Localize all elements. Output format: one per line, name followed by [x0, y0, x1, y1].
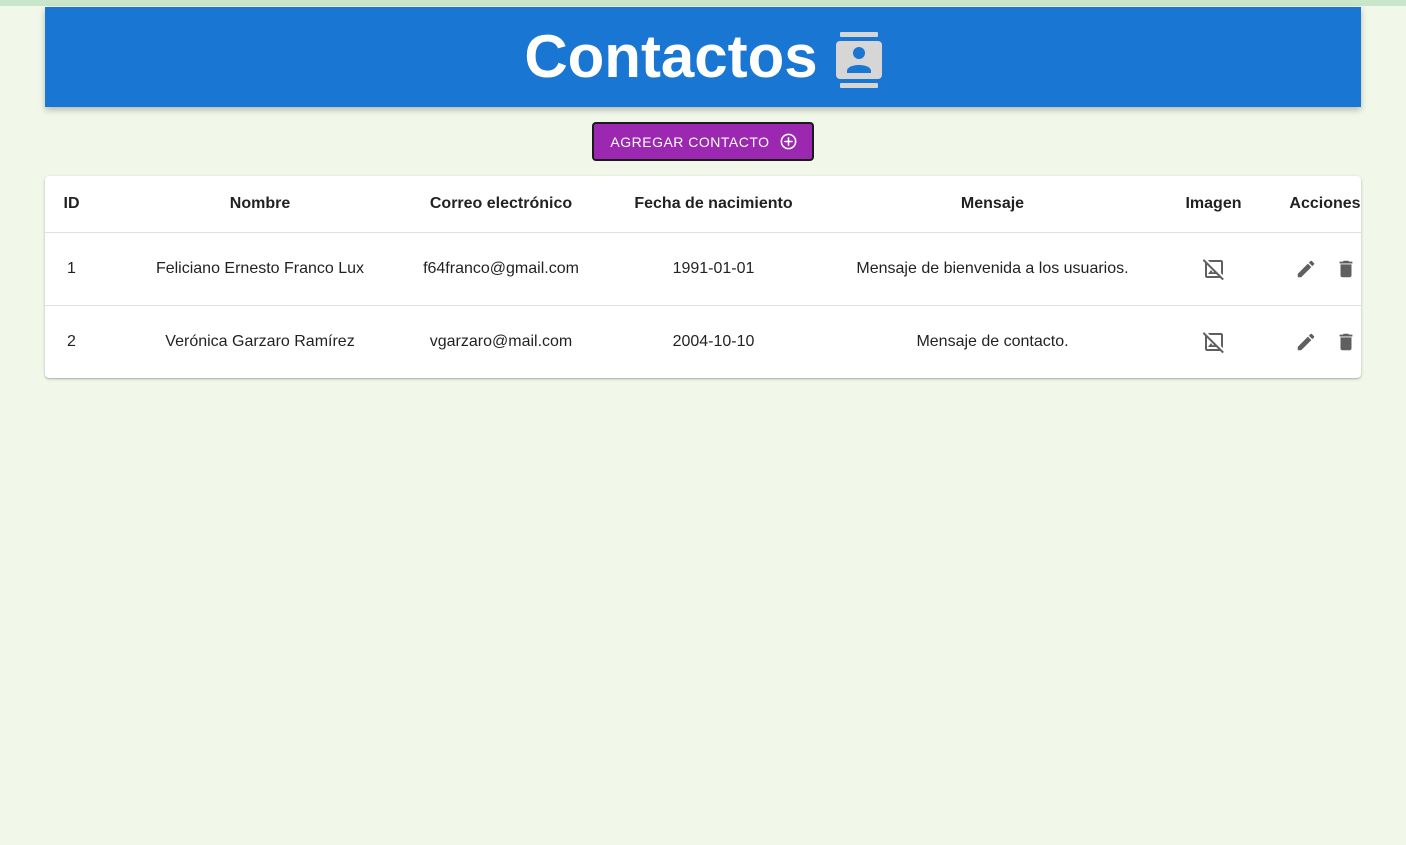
- cell-fecha: 1991-01-01: [580, 232, 847, 306]
- page-header: Contactos: [45, 7, 1361, 107]
- table-header-row: ID Nombre Correo electrónico Fecha de na…: [45, 176, 1361, 233]
- cell-mensaje: Mensaje de bienvenida a los usuarios.: [847, 232, 1138, 306]
- top-strip: [0, 0, 1406, 6]
- column-header-fecha: Fecha de nacimiento: [580, 176, 847, 233]
- add-contact-label: AGREGAR CONTACTO: [610, 133, 770, 150]
- cell-imagen: [1138, 232, 1289, 306]
- table-row: 2 Verónica Garzaro Ramírez vgarzaro@mail…: [45, 306, 1361, 379]
- cell-acciones: [1289, 306, 1361, 379]
- column-header-imagen: Imagen: [1138, 176, 1289, 233]
- cell-correo: vgarzaro@mail.com: [429, 333, 573, 350]
- column-header-acciones: Acciones: [1289, 176, 1361, 233]
- column-header-id: ID: [45, 176, 98, 233]
- cell-nombre: Verónica Garzaro Ramírez: [165, 333, 355, 350]
- cell-acciones: [1289, 232, 1361, 306]
- edit-icon[interactable]: [1289, 325, 1323, 359]
- table-row: 1 Feliciano Ernesto Franco Lux f64franco…: [45, 232, 1361, 306]
- column-header-nombre: Nombre: [98, 176, 422, 233]
- cell-id: 1: [45, 232, 98, 306]
- cell-mensaje: Mensaje de contacto.: [916, 333, 1069, 350]
- cell-fecha: 2004-10-10: [672, 333, 755, 350]
- add-contact-button[interactable]: AGREGAR CONTACTO: [592, 122, 814, 161]
- delete-icon[interactable]: [1329, 252, 1361, 286]
- image-not-supported-icon: [1202, 257, 1226, 281]
- cell-id: 2: [67, 333, 76, 350]
- cell-correo: f64franco@gmail.com: [422, 232, 580, 306]
- image-not-supported-icon: [1202, 330, 1226, 354]
- contacts-table: ID Nombre Correo electrónico Fecha de na…: [45, 176, 1361, 378]
- page-title: Contactos: [524, 23, 818, 90]
- cell-nombre: Feliciano Ernesto Franco Lux: [98, 232, 422, 306]
- contacts-table-card: ID Nombre Correo electrónico Fecha de na…: [45, 176, 1361, 378]
- cell-imagen: [1138, 306, 1289, 379]
- contact-card-icon: [835, 32, 882, 88]
- column-header-mensaje: Mensaje: [847, 176, 1138, 233]
- delete-icon[interactable]: [1329, 325, 1361, 359]
- add-circle-icon: [779, 132, 798, 151]
- edit-icon[interactable]: [1289, 252, 1323, 286]
- toolbar: AGREGAR CONTACTO: [0, 122, 1406, 161]
- column-header-correo: Correo electrónico: [422, 176, 580, 233]
